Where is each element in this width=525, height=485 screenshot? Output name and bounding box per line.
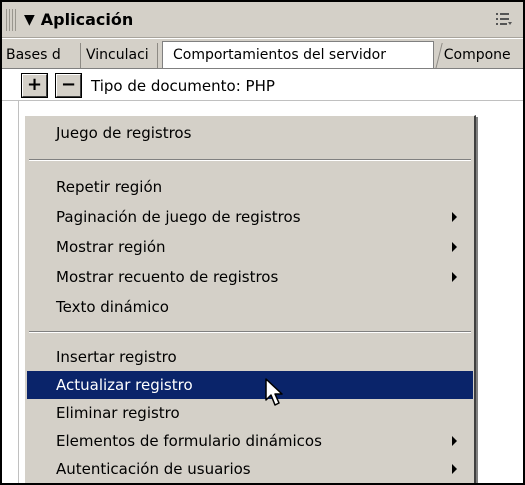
add-behavior-menu: Juego de registros Repetir región Pagina… — [24, 115, 476, 483]
server-behaviors-toolbar: + − Tipo de documento: PHP — [2, 69, 523, 101]
add-behavior-button[interactable]: + — [21, 73, 48, 98]
submenu-arrow-icon — [452, 242, 457, 252]
menu-item-repetir-region[interactable]: Repetir región — [27, 173, 473, 201]
submenu-arrow-icon — [452, 212, 457, 222]
panel-options-icon[interactable] — [495, 11, 513, 27]
menu-item-juego-de-registros[interactable]: Juego de registros — [27, 119, 473, 147]
list-divider — [18, 101, 19, 483]
tab-vinculaciones[interactable]: Vinculaci — [82, 43, 158, 68]
document-type-label: Tipo de documento: PHP — [91, 77, 275, 95]
submenu-arrow-icon — [452, 436, 457, 446]
menu-item-label: Mostrar región — [56, 238, 166, 256]
menu-item-paginacion[interactable]: Paginación de juego de registros — [27, 203, 473, 231]
triangle-down-icon[interactable]: ▼ — [24, 12, 35, 28]
remove-behavior-button[interactable]: − — [55, 73, 82, 98]
menu-item-label: Mostrar recuento de registros — [56, 268, 279, 286]
application-panel: ▼ Aplicación Bases d Vinculaci Comportam… — [0, 0, 525, 485]
panel-title: Aplicación — [40, 10, 134, 29]
menu-item-label: Elementos de formulario dinámicos — [56, 432, 322, 450]
menu-item-autenticacion[interactable]: Autenticación de usuarios — [27, 455, 473, 483]
submenu-arrow-icon — [452, 272, 457, 282]
tab-comportamientos-del-servidor[interactable]: Comportamientos del servidor — [162, 41, 434, 68]
submenu-arrow-icon — [452, 464, 457, 474]
menu-item-label: Paginación de juego de registros — [56, 208, 301, 226]
tab-strip: Bases d Vinculaci Comportamientos del se… — [2, 39, 523, 69]
menu-item-actualizar-registro[interactable]: Actualizar registro — [27, 371, 473, 399]
menu-separator — [29, 331, 471, 333]
menu-item-insertar-registro[interactable]: Insertar registro — [27, 343, 473, 371]
menu-separator — [29, 159, 471, 161]
menu-item-texto-dinamico[interactable]: Texto dinámico — [27, 293, 473, 321]
menu-item-label: Autenticación de usuarios — [56, 460, 251, 478]
panel-header[interactable]: ▼ Aplicación — [2, 2, 523, 38]
menu-item-eliminar-registro[interactable]: Eliminar registro — [27, 399, 473, 427]
mouse-pointer-icon — [265, 378, 283, 406]
menu-item-elementos-formulario[interactable]: Elementos de formulario dinámicos — [27, 427, 473, 455]
tab-componentes[interactable]: Compone — [435, 43, 523, 68]
menu-item-mostrar-recuento[interactable]: Mostrar recuento de registros — [27, 263, 473, 291]
menu-item-mostrar-region[interactable]: Mostrar región — [27, 233, 473, 261]
drag-grip-icon[interactable] — [6, 8, 18, 31]
tab-bases-de-datos[interactable]: Bases d — [2, 43, 81, 68]
tab-componentes-label: Compone — [443, 47, 511, 63]
